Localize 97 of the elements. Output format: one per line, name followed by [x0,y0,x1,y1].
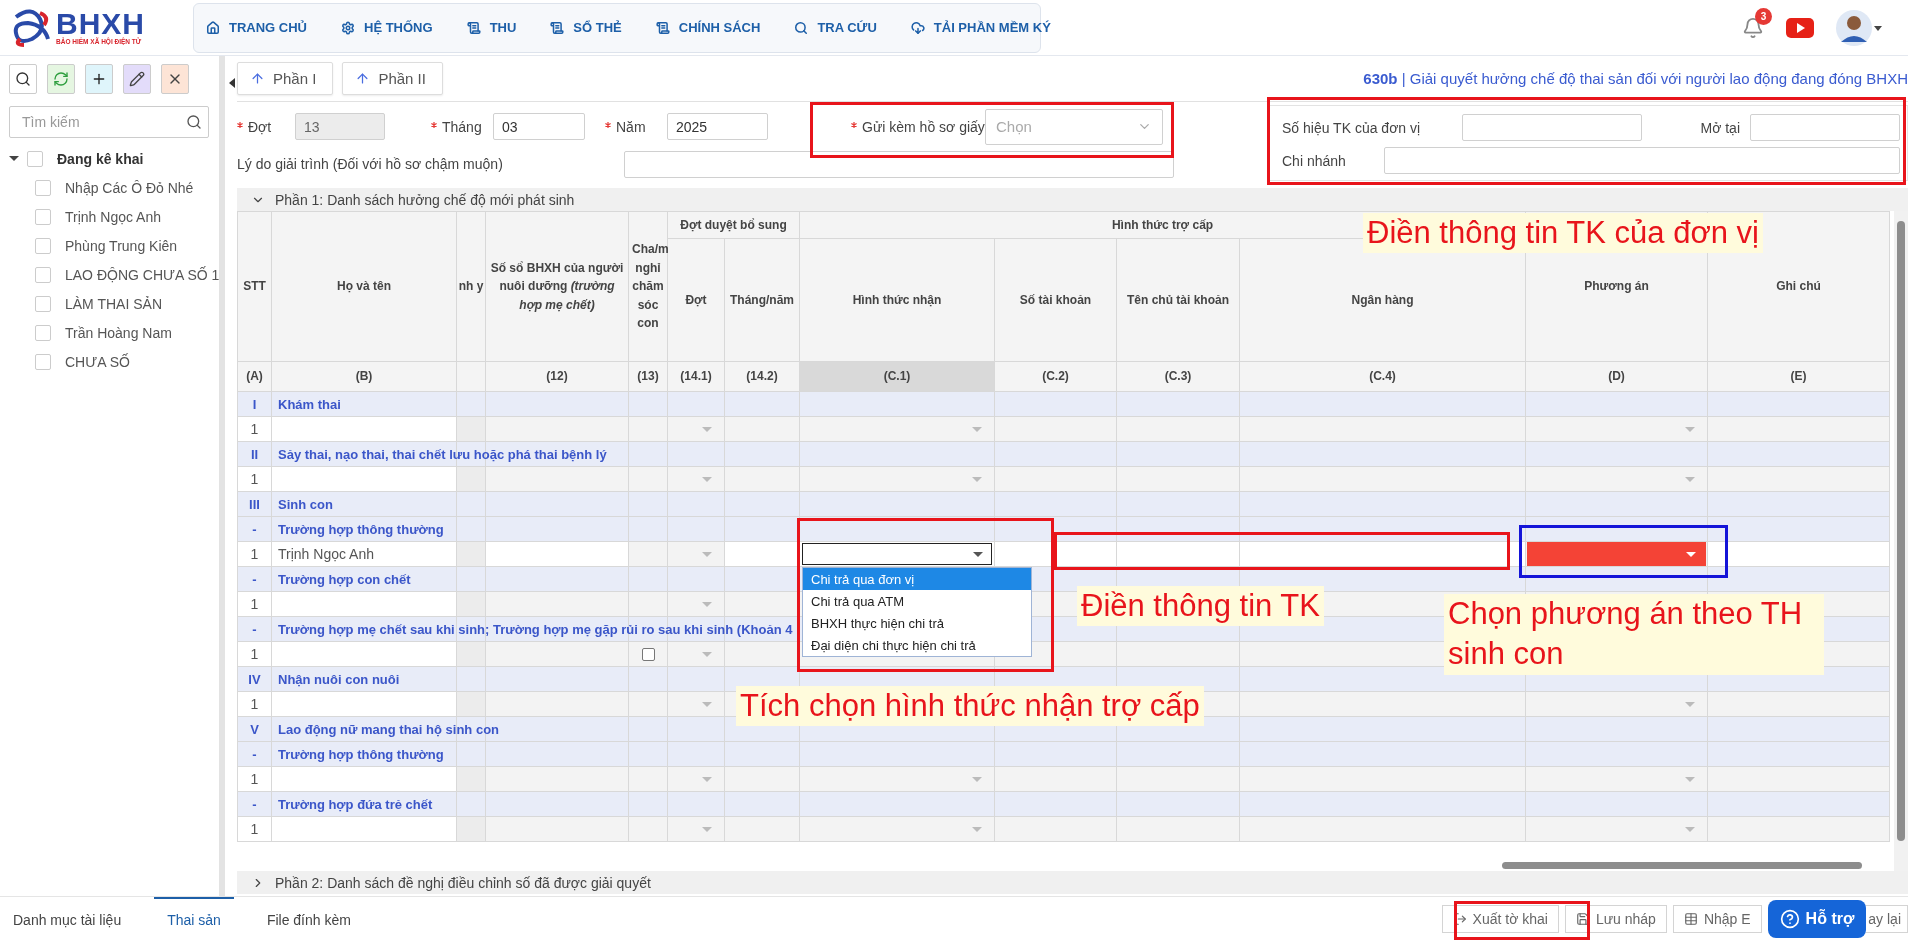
row-number: 1 [250,696,259,712]
column-header: Đợt [667,238,725,362]
row-number: - [252,746,257,762]
search-field[interactable]: Tìm kiếm [9,106,209,138]
column-header: STT [237,211,272,362]
column-header: Số tài khoản [994,238,1117,362]
column-code: (A) [237,361,272,392]
field-label: Đợt [237,118,295,135]
annotation-note: Chọn phương án theo TH sinh con [1444,594,1824,675]
tree-item[interactable]: LAO ĐỘNG CHƯA SỐ 1 [65,266,220,283]
nav-item[interactable]: TẢI PHẦN MỀM KÝ [910,20,1051,35]
tab[interactable]: Danh mục tài liệu [0,897,135,940]
group-title: Trường hợp con chết [278,571,411,587]
nav-item[interactable]: HỆ THỐNG [341,20,433,35]
column-code: (14.1) [667,361,725,392]
column-header: Số sổ BHXH của người nuôi dưỡng (trường hợp mẹ chết) [485,211,629,362]
row-number: 1 [250,546,259,562]
row-number: 1 [250,421,259,437]
name-cell: Trịnh Ngọc Anh [278,546,374,562]
section-header[interactable]: Phần 2: Danh sách đề nghị điều chỉnh số đã được giải quyết [237,871,1908,894]
row-number: 1 [250,471,259,487]
field-label: Chi nhánh [1282,152,1347,169]
export-button[interactable]: Xuất tờ khai [1441,904,1559,933]
column-header: nh y [456,211,486,362]
import-button[interactable]: Nhập E [1672,904,1762,933]
help-button[interactable]: Hỗ trợ [1767,899,1867,938]
field-label: Gửi kèm hồ sơ giấy [851,118,985,135]
tree-item[interactable]: LÀM THAI SẢN [65,295,162,312]
group-title: Lao động nữ mang thai hộ sinh con [278,721,499,737]
dropdown-option[interactable]: Chi trả qua đơn vị [803,568,1031,590]
row-number: 1 [250,821,259,837]
tab[interactable]: File đính kèm [253,897,364,940]
group-title: Trường hợp mẹ chết sau khi sinh; Trường hợp mẹ gặp rủi ro sau khi sinh (Khoản 4 [278,621,793,637]
row-number: III [249,496,260,512]
column-code: (12) [485,361,629,392]
field-label: Lý do giải trình (Đối với hồ sơ chậm muộn) [237,156,504,172]
group-title: Trường hợp đứa trẻ chết [278,796,433,812]
nav-item[interactable]: SỔ THẺ [550,20,622,35]
column-group-header: Đợt duyệt bổ sung [667,211,800,239]
section-title: Phần 1: Danh sách hưởng chế độ mới phát sinh [275,191,575,208]
field-label: Tháng [431,118,493,135]
tree-item[interactable]: Trần Hoàng Nam [65,324,172,341]
row-number: IV [248,671,261,687]
part-button[interactable]: Phần I [237,62,334,95]
column-header: Cha/m nghỉ chăm sóc con [628,211,668,362]
group-title: Nhận nuôi con nuôi [278,671,400,687]
field-label: Năm [605,118,667,135]
tree-item[interactable]: Phùng Trung Kiên [65,237,178,254]
column-code: (C.2) [994,361,1117,392]
group-title: Trường hợp thông thường [278,746,444,762]
row-number: 1 [250,596,259,612]
nav-item[interactable]: TRANG CHỦ [206,20,307,35]
group-title: Trường hợp thông thường [278,521,444,537]
row-number: II [250,446,259,462]
section-title: Phần 2: Danh sách đề nghị điều chỉnh số đã được giải quyết [275,874,651,891]
field-label: Số hiệu TK của đơn vị [1282,119,1422,136]
tree-item[interactable]: Đang kê khai [57,150,144,167]
input-field[interactable]: 2025 [667,113,768,140]
tree-item[interactable]: Nhập Các Ô Đỏ Nhé [65,179,194,196]
row-number: V [250,721,259,737]
nav-item[interactable]: THU [466,20,517,35]
column-header: Tên chủ tài khoản [1116,238,1240,362]
part-button[interactable]: Phần II [342,62,443,95]
annotation-note: Tích chọn hình thức nhận trợ cấp [736,686,1204,727]
tab[interactable]: Thai sản [154,897,234,940]
column-code: (14.2) [724,361,800,392]
annotation-note: Điền thông tin TK [1077,586,1324,627]
group-title: Sinh con [278,496,333,512]
save-draft-button[interactable]: Lưu nháp [1564,904,1667,933]
group-title: Khám thai [278,396,341,412]
column-code: (B) [271,361,457,392]
tree-item[interactable]: Trịnh Ngọc Anh [65,208,161,225]
row-number: - [252,621,257,637]
column-header: Hình thức nhận [799,238,995,362]
column-code: (D) [1525,361,1708,392]
tree-item[interactable]: CHƯA SỐ [65,353,130,370]
notification-badge: 3 [1755,7,1772,25]
row-number: 1 [250,771,259,787]
nav-item[interactable]: CHÍNH SÁCH [655,20,761,35]
column-code: (E) [1707,361,1890,392]
row-number: - [252,796,257,812]
nav-item[interactable]: TRA CỨU [794,20,877,35]
row-number: I [252,396,257,412]
column-code: (C.3) [1116,361,1240,392]
row-number: 1 [250,646,259,662]
back-button[interactable]: ay lại [1866,904,1908,933]
column-code: (C.1) [799,361,995,392]
section-header[interactable]: Phần 1: Danh sách hưởng chế độ mới phát sinh [237,188,1908,211]
column-code: (C.4) [1239,361,1526,392]
column-header: Tháng/năm [724,238,800,362]
group-title: Sảy thai, nạo thai, thai chết lưu hoặc phá thai bệnh lý [278,446,607,462]
row-number: - [252,521,257,537]
column-header: Họ và tên [271,211,457,362]
form-title: 630b | Giải quyết hưởng chế độ thai sản đối với người lao động đang đóng BHXH [1363,70,1908,87]
field-label: Mở tại [1699,119,1741,136]
input-field[interactable]: 03 [493,113,585,140]
row-number: - [252,571,257,587]
